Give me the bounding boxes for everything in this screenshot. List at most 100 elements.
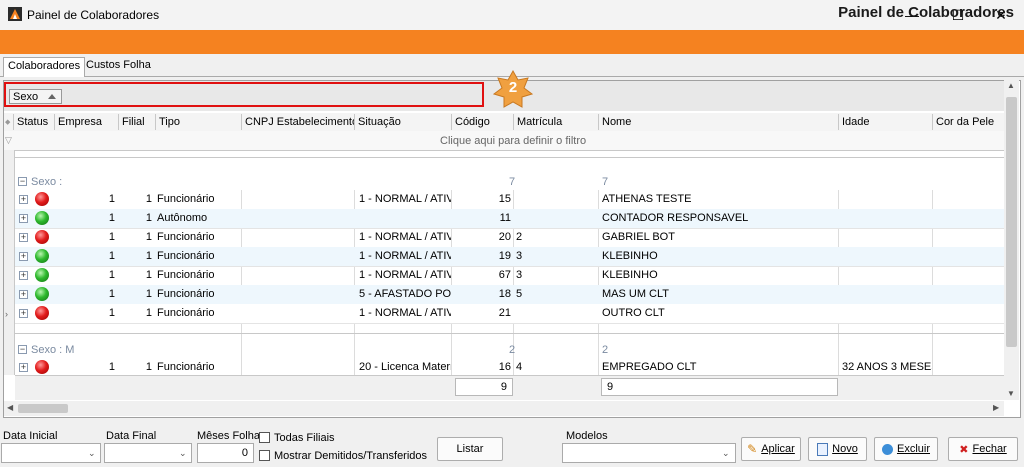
red-status-icon	[35, 230, 49, 244]
data-inicial-input[interactable]	[1, 443, 101, 463]
header-indicator-icon: ◆	[5, 119, 11, 126]
trash-icon	[881, 443, 893, 455]
tab-custos-folha[interactable]: Custos Folha	[82, 57, 155, 75]
cell-empresa: 1	[108, 307, 115, 319]
scroll-up-icon[interactable]: ▲	[1007, 81, 1015, 90]
chevron-down-icon[interactable]: ⌄	[88, 448, 98, 458]
modelos-label: Modelos	[566, 430, 608, 442]
novo-label: Novo	[832, 443, 858, 455]
cell-tipo: Funcionário	[157, 307, 215, 319]
fechar-label: Fechar	[972, 443, 1007, 455]
cell-idade	[838, 266, 932, 285]
chevron-down-icon[interactable]: ⌄	[179, 448, 189, 458]
col-header-codigo[interactable]: Código	[451, 114, 513, 130]
cell-matricula: 5	[516, 288, 523, 300]
mostrar-demitidos-label: Mostrar Demitidos/Transferidos	[274, 450, 428, 462]
col-header-empresa[interactable]: Empresa	[54, 114, 118, 130]
row-indicator-column	[4, 150, 15, 375]
cell-nome: MAS UM CLT	[602, 288, 670, 300]
col-header-tipo[interactable]: Tipo	[155, 114, 241, 130]
total-codigo: 9	[455, 378, 513, 396]
cell-empresa: 1	[108, 212, 115, 224]
cell-nome: KLEBINHO	[602, 269, 658, 281]
filter-icon: ▽	[5, 135, 12, 145]
close-window-icon: ✖	[959, 443, 969, 456]
scroll-right-icon[interactable]: ▶	[993, 403, 999, 412]
meses-folha-input[interactable]: 0	[197, 443, 254, 463]
cell-tipo: Autônomo	[157, 212, 208, 224]
cell-matricula	[513, 304, 598, 323]
cell-idade	[838, 190, 932, 209]
group-divider	[15, 157, 1004, 158]
cell-situacao: 5 - AFASTADO POR	[359, 288, 451, 300]
scroll-down-icon[interactable]: ▼	[1007, 389, 1015, 398]
aplicar-button[interactable]: ✎ Aplicar	[741, 437, 801, 461]
cell-filial: 1	[145, 269, 152, 281]
scroll-left-icon[interactable]: ◀	[7, 403, 13, 412]
cell-codigo: 19	[498, 250, 511, 262]
vertical-scroll-thumb[interactable]	[1006, 97, 1017, 347]
cell-nome: OUTRO CLT	[602, 307, 665, 319]
cell-empresa: 1	[108, 193, 115, 205]
cell-empresa: 1	[108, 269, 115, 281]
cell-nome: KLEBINHO	[602, 250, 658, 262]
cell-idade	[838, 304, 932, 323]
col-header-cor-da-pele[interactable]: Cor da Pele	[932, 114, 1004, 130]
cell-tipo: Funcionário	[157, 231, 215, 243]
cell-tipo: Funcionário	[157, 288, 215, 300]
horizontal-scrollbar[interactable]	[4, 401, 1004, 416]
fechar-button[interactable]: ✖ Fechar	[948, 437, 1018, 461]
todas-filiais-checkbox[interactable]	[259, 432, 270, 443]
cell-situacao: 1 - NORMAL / ATIVC	[359, 231, 451, 243]
cell-filial: 1	[145, 212, 152, 224]
cell-tipo: Funcionário	[157, 269, 215, 281]
listar-label: Listar	[456, 443, 484, 455]
cell-situacao: 1 - NORMAL / ATIVC	[359, 193, 451, 205]
col-header-situacao[interactable]: Situação	[354, 114, 451, 130]
expand-row-icon[interactable]: +	[19, 195, 28, 204]
col-header-idade[interactable]: Idade	[838, 114, 932, 130]
mostrar-demitidos-checkbox[interactable]	[259, 450, 270, 461]
cell-codigo: 18	[498, 288, 511, 300]
filter-prompt[interactable]: Clique aqui para definir o filtro	[440, 135, 586, 147]
chevron-down-icon[interactable]: ⌄	[722, 448, 732, 458]
expand-row-icon[interactable]: +	[19, 290, 28, 299]
expand-row-icon[interactable]: +	[19, 252, 28, 261]
col-header-matricula[interactable]: Matrícula	[513, 114, 598, 130]
cell-filial: 1	[145, 288, 152, 300]
pencil-icon: ✎	[747, 442, 758, 456]
cell-codigo: 11	[499, 212, 511, 224]
horizontal-scroll-thumb[interactable]	[18, 404, 68, 413]
collapse-group-icon[interactable]: −	[18, 177, 27, 186]
todas-filiais-label: Todas Filiais	[274, 432, 335, 444]
expand-row-icon[interactable]: +	[19, 309, 28, 318]
expand-row-icon[interactable]: +	[19, 271, 28, 280]
expand-row-icon[interactable]: +	[19, 233, 28, 242]
new-document-icon	[817, 442, 829, 456]
expand-row-icon[interactable]: +	[19, 214, 28, 223]
excluir-button[interactable]: Excluir	[874, 437, 938, 461]
page-title: Painel de Colaboradores	[838, 4, 1014, 21]
expand-row-icon[interactable]: +	[19, 363, 28, 372]
highlight-box	[4, 82, 484, 107]
cell-matricula: 2	[516, 231, 523, 243]
collapse-group-icon[interactable]: −	[18, 345, 27, 354]
modelos-select[interactable]	[562, 443, 736, 463]
novo-button[interactable]: Novo	[808, 437, 867, 461]
col-header-cnpj[interactable]: CNPJ Estabelecimento	[241, 114, 354, 130]
cell-codigo: 67	[498, 269, 511, 281]
col-header-status[interactable]: Status	[13, 114, 54, 130]
red-status-icon	[35, 306, 49, 320]
cell-situacao: 1 - NORMAL / ATIVC	[359, 250, 451, 262]
col-header-nome[interactable]: Nome	[598, 114, 838, 130]
cell-idade	[838, 285, 932, 304]
tab-colaboradores[interactable]: Colaboradores	[3, 57, 86, 77]
window-title: Painel de Colaboradores	[27, 8, 160, 22]
listar-button[interactable]: Listar	[437, 437, 503, 461]
col-header-filial[interactable]: Filial	[118, 114, 155, 130]
data-inicial-label: Data Inicial	[3, 430, 58, 442]
green-status-icon	[35, 249, 49, 263]
group-count-nome: 2	[602, 344, 609, 356]
red-status-icon	[35, 360, 49, 374]
cell-nome: CONTADOR RESPONSAVEL	[602, 212, 749, 224]
